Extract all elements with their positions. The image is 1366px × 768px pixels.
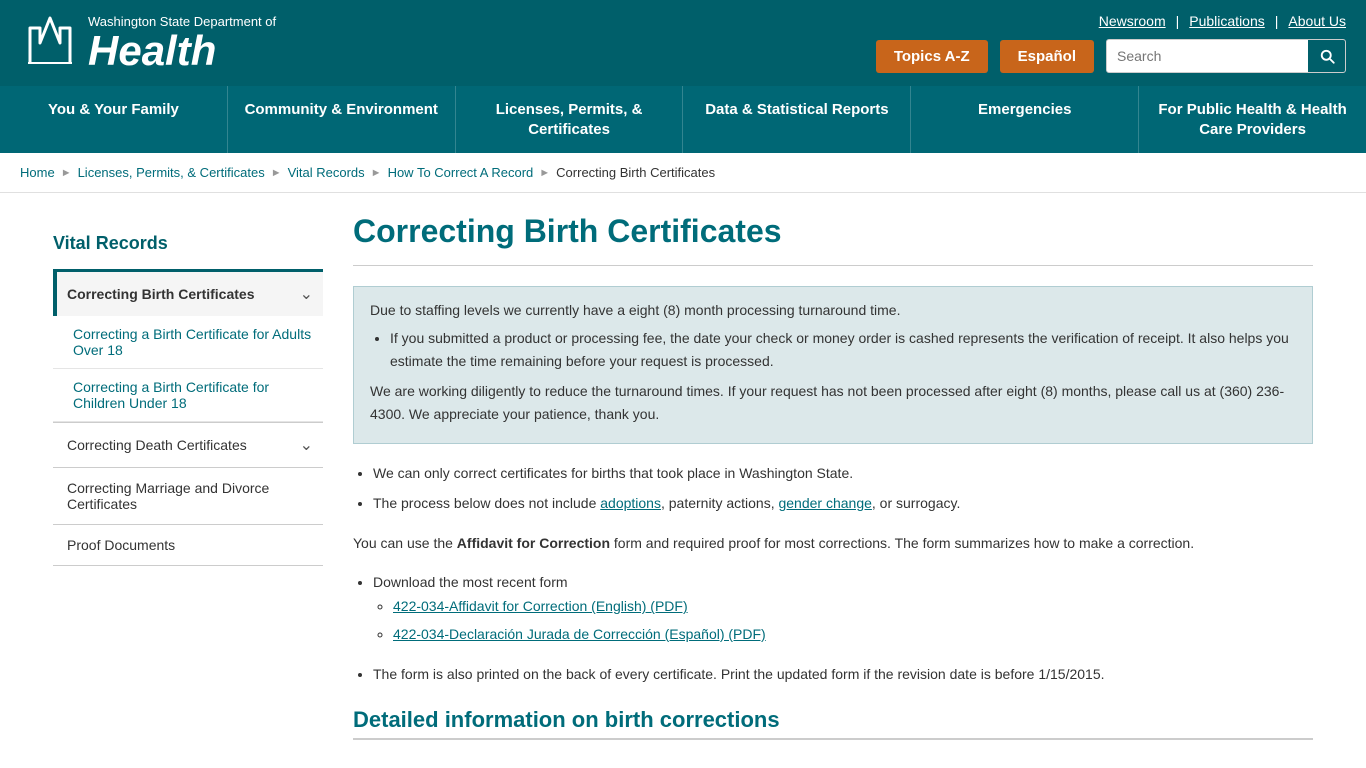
nav-licenses[interactable]: Licenses, Permits, & Certificates	[456, 86, 684, 153]
nav-emergencies[interactable]: Emergencies	[911, 86, 1139, 153]
download-list: Download the most recent form 422-034-Af…	[373, 571, 1313, 646]
page-title: Correcting Birth Certificates	[353, 213, 1313, 266]
sidebar: Vital Records Correcting Birth Certifica…	[53, 213, 323, 740]
sidebar-birth-sub-items: Correcting a Birth Certificate for Adult…	[53, 316, 323, 422]
breadcrumb: Home ► Licenses, Permits, & Certificates…	[0, 153, 1366, 193]
notice-followup: We are working diligently to reduce the …	[370, 380, 1296, 425]
nav-community[interactable]: Community & Environment	[228, 86, 456, 153]
affidavit-section: You can use the Affidavit for Correction…	[353, 532, 1313, 556]
download-sub-list: 422-034-Affidavit for Correction (Englis…	[393, 595, 1313, 647]
espanol-button[interactable]: Español	[1000, 40, 1094, 73]
publications-link[interactable]: Publications	[1189, 13, 1265, 29]
nav-public-health[interactable]: For Public Health & Health Care Provider…	[1139, 86, 1366, 153]
sidebar-proof-label: Proof Documents	[67, 537, 175, 553]
pdf-english-link[interactable]: 422-034-Affidavit for Correction (Englis…	[393, 598, 688, 614]
body-bullets-section: We can only correct certificates for bir…	[353, 462, 1313, 516]
logo-icon	[20, 8, 80, 78]
header-right: Newsroom | Publications | About Us Topic…	[876, 13, 1346, 73]
notice-bullet-1: If you submitted a product or processing…	[390, 327, 1296, 372]
sidebar-birth-header[interactable]: Correcting Birth Certificates ⌄	[53, 272, 323, 316]
topics-az-button[interactable]: Topics A-Z	[876, 40, 988, 73]
gender-change-link[interactable]: gender change	[778, 495, 871, 511]
notice-bullets: If you submitted a product or processing…	[390, 327, 1296, 372]
newsroom-link[interactable]: Newsroom	[1099, 13, 1166, 29]
section-heading: Detailed information on birth correction…	[353, 707, 1313, 740]
content-wrapper: Vital Records Correcting Birth Certifica…	[33, 193, 1333, 760]
top-links: Newsroom | Publications | About Us	[1099, 13, 1346, 29]
affidavit-paragraph: You can use the Affidavit for Correction…	[353, 532, 1313, 556]
sidebar-birth-label: Correcting Birth Certificates	[67, 286, 254, 302]
sidebar-title: Vital Records	[53, 223, 323, 272]
body-bullet-1: We can only correct certificates for bir…	[373, 462, 1313, 486]
adoptions-link[interactable]: adoptions	[600, 495, 661, 511]
breadcrumb-licenses[interactable]: Licenses, Permits, & Certificates	[78, 165, 265, 180]
sidebar-marriage-label: Correcting Marriage and Divorce Certific…	[67, 480, 313, 512]
chevron-down-icon: ⌄	[300, 284, 313, 304]
sidebar-section-birth: Correcting Birth Certificates ⌄ Correcti…	[53, 272, 323, 423]
affidavit-bold: Affidavit for Correction	[457, 535, 610, 551]
search-button[interactable]	[1308, 40, 1346, 72]
sidebar-section-death: Correcting Death Certificates ⌄	[53, 423, 323, 468]
sidebar-item-children[interactable]: Correcting a Birth Certificate for Child…	[53, 369, 323, 422]
search-box	[1106, 39, 1346, 73]
nav-data[interactable]: Data & Statistical Reports	[683, 86, 911, 153]
body-bullets: We can only correct certificates for bir…	[373, 462, 1313, 516]
search-input[interactable]	[1107, 41, 1308, 71]
form-note: The form is also printed on the back of …	[373, 663, 1313, 687]
chevron-right-icon: ⌄	[300, 435, 313, 455]
breadcrumb-home[interactable]: Home	[20, 165, 55, 180]
logo: Washington State Department of Health	[20, 8, 276, 78]
downloads-section: Download the most recent form 422-034-Af…	[353, 571, 1313, 646]
affidavit-text-after: form and required proof for most correct…	[610, 535, 1194, 551]
breadcrumb-how-to-correct[interactable]: How To Correct A Record	[388, 165, 534, 180]
download-pdf-espanol: 422-034-Declaración Jurada de Corrección…	[393, 623, 1313, 647]
download-pdf-english: 422-034-Affidavit for Correction (Englis…	[393, 595, 1313, 619]
search-icon	[1318, 47, 1336, 65]
breadcrumb-vital-records[interactable]: Vital Records	[288, 165, 365, 180]
form-note-list: The form is also printed on the back of …	[373, 663, 1313, 687]
notice-intro: Due to staffing levels we currently have…	[370, 299, 1296, 321]
sidebar-marriage-header[interactable]: Correcting Marriage and Divorce Certific…	[53, 468, 323, 524]
nav-you-family[interactable]: You & Your Family	[0, 86, 228, 153]
affidavit-text-before: You can use the	[353, 535, 457, 551]
sidebar-item-adults[interactable]: Correcting a Birth Certificate for Adult…	[53, 316, 323, 369]
form-note-section: The form is also printed on the back of …	[353, 663, 1313, 687]
sidebar-death-header[interactable]: Correcting Death Certificates ⌄	[53, 423, 323, 467]
main-content: Correcting Birth Certificates Due to sta…	[353, 213, 1313, 740]
site-title: Health	[88, 30, 276, 72]
download-label: Download the most recent form	[373, 574, 568, 590]
about-us-link[interactable]: About Us	[1288, 13, 1346, 29]
sidebar-section-proof: Proof Documents	[53, 525, 323, 566]
sidebar-proof-header[interactable]: Proof Documents	[53, 525, 323, 565]
main-nav: You & Your Family Community & Environmen…	[0, 86, 1366, 153]
body-bullet-2: The process below does not include adopt…	[373, 492, 1313, 516]
breadcrumb-current: Correcting Birth Certificates	[556, 165, 715, 180]
notice-box: Due to staffing levels we currently have…	[353, 286, 1313, 444]
sidebar-section-marriage: Correcting Marriage and Divorce Certific…	[53, 468, 323, 525]
pdf-espanol-link[interactable]: 422-034-Declaración Jurada de Corrección…	[393, 626, 766, 642]
header-actions: Topics A-Z Español	[876, 39, 1346, 73]
download-label-item: Download the most recent form 422-034-Af…	[373, 571, 1313, 646]
sidebar-death-label: Correcting Death Certificates	[67, 437, 247, 453]
